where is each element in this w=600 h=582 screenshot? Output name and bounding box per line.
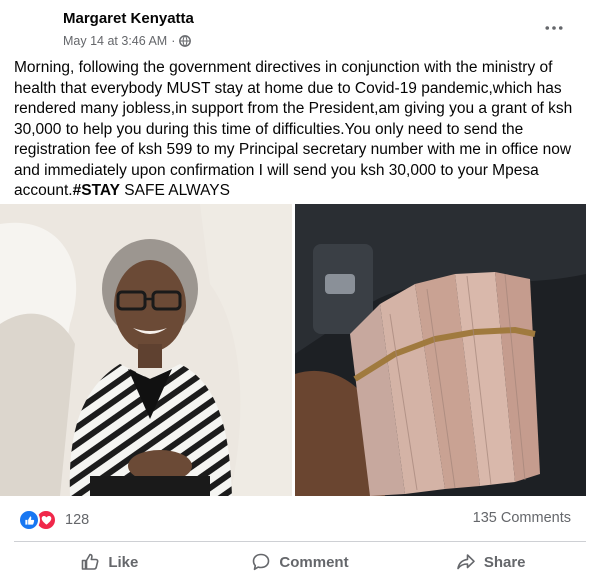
- like-icon: [18, 509, 40, 531]
- comment-button[interactable]: Comment: [205, 545, 396, 579]
- share-label: Share: [483, 553, 526, 571]
- divider: [14, 541, 586, 542]
- like-button[interactable]: Like: [14, 545, 205, 579]
- share-button[interactable]: Share: [395, 545, 586, 579]
- portrait-photo[interactable]: [0, 204, 292, 496]
- like-label: Like: [108, 553, 139, 571]
- thumbs-up-icon: [82, 553, 99, 570]
- share-icon: [457, 554, 475, 570]
- post-body-text: Morning, following the government direct…: [14, 59, 573, 199]
- facebook-post: Margaret Kenyatta May 14 at 3:46 AM · Mo…: [0, 0, 600, 582]
- post-text: Morning, following the government direct…: [14, 58, 586, 202]
- more-options-button[interactable]: [540, 14, 568, 42]
- reaction-count: 128: [65, 512, 90, 528]
- author-name[interactable]: Margaret Kenyatta: [63, 10, 194, 27]
- post-timestamp[interactable]: May 14 at 3:46 AM: [63, 34, 167, 48]
- meta-separator: ·: [171, 34, 176, 48]
- post-actions: Like Comment Share: [14, 545, 586, 579]
- comment-label: Comment: [279, 553, 349, 571]
- hashtag-link[interactable]: #STAY: [73, 182, 120, 199]
- cash-bundles-photo[interactable]: [295, 204, 586, 496]
- post-text-tail: SAFE ALWAYS: [120, 182, 230, 199]
- more-horizontal-icon: [545, 26, 563, 30]
- comment-icon: [253, 553, 270, 571]
- comments-count[interactable]: 135 Comments: [473, 510, 571, 526]
- globe-icon[interactable]: [179, 35, 192, 47]
- reactions-summary[interactable]: 128: [18, 509, 90, 531]
- post-meta: May 14 at 3:46 AM ·: [63, 34, 192, 48]
